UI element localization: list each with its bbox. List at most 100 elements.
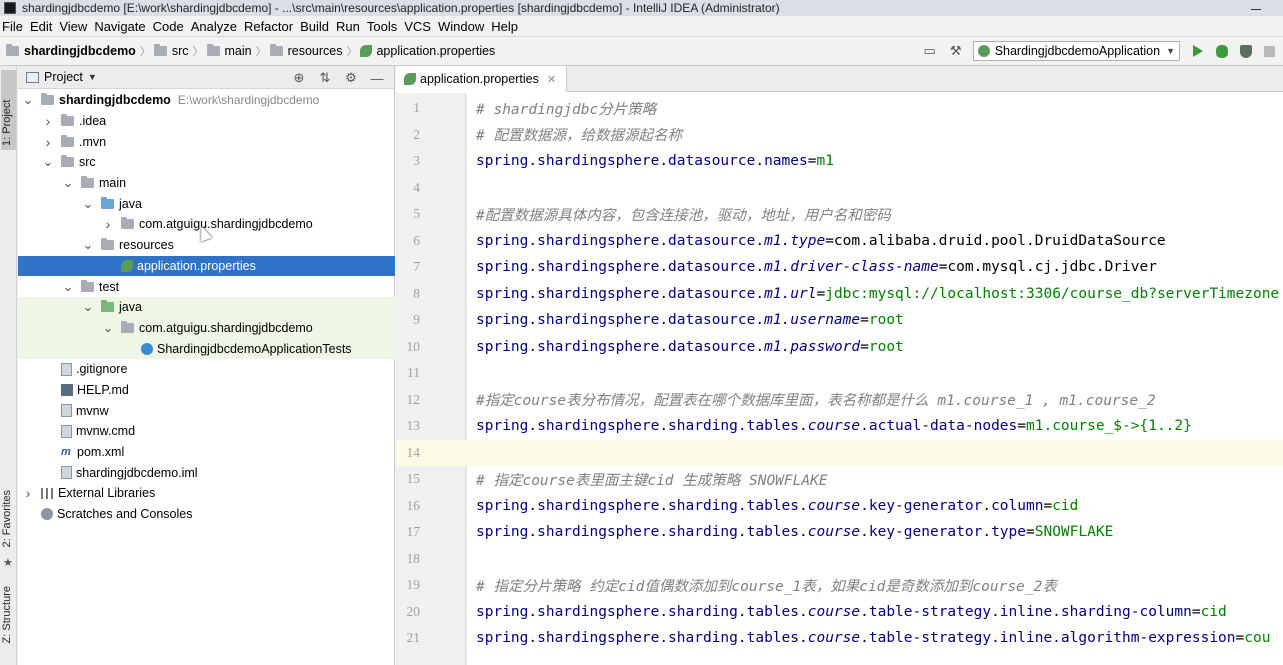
chevron-down-icon[interactable]: ⌄ (42, 154, 54, 170)
tree-item[interactable]: › .idea (18, 111, 395, 132)
tree-item[interactable]: mvnw (18, 400, 395, 421)
code-line[interactable]: 18 (396, 546, 1283, 573)
menu-help[interactable]: Help (488, 19, 522, 34)
tree-item[interactable]: ⌄ shardingjdbcdemo E:\work\shardingjdbcdem… (18, 90, 395, 111)
code-line[interactable]: 6 spring.shardingsphere.datasource.m1.typ… (396, 228, 1283, 255)
folder-icon (206, 44, 220, 56)
project-view-select[interactable]: Project (44, 70, 83, 84)
menu-window[interactable]: Window (435, 19, 488, 34)
breadcrumb-project[interactable]: shardingjdbcdemo (24, 44, 136, 58)
chevron-down-icon[interactable]: ⌄ (102, 320, 114, 336)
project-panel: Project ▼ ⊕ ⇅ ⚙ — ⌄ shardingjdbcdemo E:\wo… (18, 66, 395, 665)
code-line[interactable]: 19 # 指定分片策略 约定cid值偶数添加到course_1表，如果cid是奇数… (396, 572, 1283, 599)
code-line[interactable]: 15 # 指定course表里面主键cid 生成策略 SNOWFLAKE (396, 466, 1283, 493)
layout-icon[interactable]: ▭ (922, 43, 938, 59)
tool-tab-favorites[interactable]: 2: Favorites (1, 490, 13, 547)
chevron-right-icon[interactable]: › (102, 216, 114, 232)
code-line[interactable]: 4 (396, 175, 1283, 202)
tree-item[interactable]: ShardingjdbcdemoApplicationTests (18, 338, 395, 359)
chevron-down-icon[interactable]: ⌄ (22, 92, 34, 108)
chevron-down-icon[interactable]: ⌄ (82, 196, 94, 212)
menu-analyze[interactable]: Analyze (188, 19, 241, 34)
chevron-right-icon[interactable]: › (42, 113, 54, 129)
chevron-down-icon[interactable]: ⌄ (62, 175, 74, 191)
tree-item[interactable]: m pom.xml (18, 442, 395, 463)
menu-vcs[interactable]: VCS (401, 19, 435, 34)
chevron-right-icon[interactable]: › (22, 485, 34, 501)
menu-run[interactable]: Run (333, 19, 364, 34)
chevron-down-icon[interactable]: ▼ (88, 72, 97, 82)
code-token: spring.shardingsphere.sharding.tables. (476, 418, 808, 435)
tree-item[interactable]: ⌄ main (18, 173, 395, 194)
tool-tab-structure[interactable]: Z: Structure (1, 586, 13, 643)
code-line[interactable]: 12 #指定course表分布情况，配置表在哪个数据库里面，表名称都是什么 m1.… (396, 387, 1283, 414)
code-line[interactable]: 5 #配置数据源具体内容，包含连接池，驱动，地址，用户名和密码 (396, 201, 1283, 228)
breadcrumb-src[interactable]: src (172, 44, 189, 58)
minimize-icon[interactable] (1245, 2, 1267, 14)
build-hammer-icon[interactable]: ⚒ (948, 43, 964, 59)
code-line[interactable]: 13 spring.shardingsphere.sharding.tables.… (396, 413, 1283, 440)
tree-item[interactable]: ⌄ java (18, 193, 395, 214)
code-line[interactable]: 7 spring.shardingsphere.datasource.m1.dri… (396, 254, 1283, 281)
code-line[interactable]: 3 spring.shardingsphere.datasource.names=… (396, 148, 1283, 175)
code-line[interactable]: 20 spring.shardingsphere.sharding.tables.… (396, 599, 1283, 626)
breadcrumb-resources[interactable]: resources (288, 44, 343, 58)
window-title: shardingjdbcdemo [E:\work\shardingjdbcde… (22, 1, 780, 15)
menu-tools[interactable]: Tools (364, 19, 401, 34)
tool-tab-project[interactable]: 1: Project (1, 70, 16, 150)
locate-icon[interactable]: ⊕ (290, 69, 308, 87)
tree-item[interactable]: ⌄ src (18, 152, 395, 173)
chevron-down-icon[interactable]: ⌄ (82, 237, 94, 253)
tree-item[interactable]: ⌄ test (18, 276, 395, 297)
title-bar: shardingjdbcdemo [E:\work\shardingjdbcde… (0, 0, 1283, 16)
code-line[interactable]: 16 spring.shardingsphere.sharding.tables.… (396, 493, 1283, 520)
debug-icon[interactable] (1216, 44, 1228, 58)
stop-icon[interactable] (1264, 45, 1275, 57)
code-token: = (1235, 630, 1245, 647)
coverage-icon[interactable] (1240, 44, 1252, 58)
hide-icon[interactable]: — (368, 69, 386, 87)
run-configuration-select[interactable]: ShardingjdbcdemoApplication ▼ (972, 41, 1180, 61)
editor-tab-application-properties[interactable]: application.properties ✕ (396, 66, 568, 92)
tree-item[interactable]: ⌄ com.atguigu.shardingjdbcdemo (18, 317, 395, 339)
tree-item[interactable]: › .mvn (18, 131, 395, 152)
line-number: 7 (413, 259, 420, 275)
tree-item[interactable]: ⌄ java (18, 296, 395, 318)
code-line[interactable]: 10 spring.shardingsphere.datasource.m1.pa… (396, 334, 1283, 361)
code-line[interactable]: 17 spring.shardingsphere.sharding.tables.… (396, 519, 1283, 546)
chevron-down-icon[interactable]: ⌄ (82, 299, 94, 315)
code-area[interactable]: 1 # shardingjdbc分片策略 2 # 配置数据源，给数据源起名称 3 spri… (396, 93, 1283, 665)
tree-item[interactable]: HELP.md (18, 380, 395, 401)
tree-item[interactable]: application.properties (18, 255, 395, 277)
tree-item[interactable]: Scratches and Consoles (18, 504, 395, 525)
code-line[interactable]: 11 (396, 360, 1283, 387)
breadcrumb-file[interactable]: application.properties (376, 44, 495, 58)
code-line[interactable]: 8 spring.shardingsphere.datasource.m1.url… (396, 281, 1283, 308)
tree-item[interactable]: shardingjdbcdemo.iml (18, 462, 395, 483)
close-icon[interactable]: ✕ (547, 73, 556, 86)
code-line[interactable]: 1 # shardingjdbc分片策略 (396, 95, 1283, 122)
tree-item[interactable]: mvnw.cmd (18, 421, 395, 442)
tree-item[interactable]: › External Libraries (18, 483, 395, 504)
code-line[interactable]: 21 spring.shardingsphere.sharding.tables.… (396, 625, 1283, 652)
menu-file[interactable]: File (0, 19, 27, 34)
breadcrumb-main[interactable]: main (225, 44, 252, 58)
menu-refactor[interactable]: Refactor (241, 19, 297, 34)
code-line[interactable]: 2 # 配置数据源，给数据源起名称 (396, 122, 1283, 149)
menu-code[interactable]: Code (150, 19, 188, 34)
code-token: m1.driver-class-name (764, 259, 939, 276)
chevron-down-icon[interactable]: ⌄ (62, 279, 74, 295)
code-text: spring.shardingsphere.datasource.names=m… (476, 153, 834, 169)
menu-view[interactable]: View (56, 19, 91, 34)
collapse-all-icon[interactable]: ⇅ (316, 69, 334, 87)
gear-icon[interactable]: ⚙ (342, 69, 360, 87)
run-icon[interactable] (1193, 45, 1203, 57)
tree-item[interactable]: .gitignore (18, 359, 395, 380)
chevron-right-icon[interactable]: › (42, 134, 54, 150)
intellij-app-icon (4, 2, 16, 14)
code-line[interactable]: 9 spring.shardingsphere.datasource.m1.use… (396, 307, 1283, 334)
menu-navigate[interactable]: Navigate (91, 19, 149, 34)
menu-build[interactable]: Build (297, 19, 333, 34)
menu-edit[interactable]: Edit (27, 19, 56, 34)
code-line[interactable]: 14 (396, 439, 1283, 466)
